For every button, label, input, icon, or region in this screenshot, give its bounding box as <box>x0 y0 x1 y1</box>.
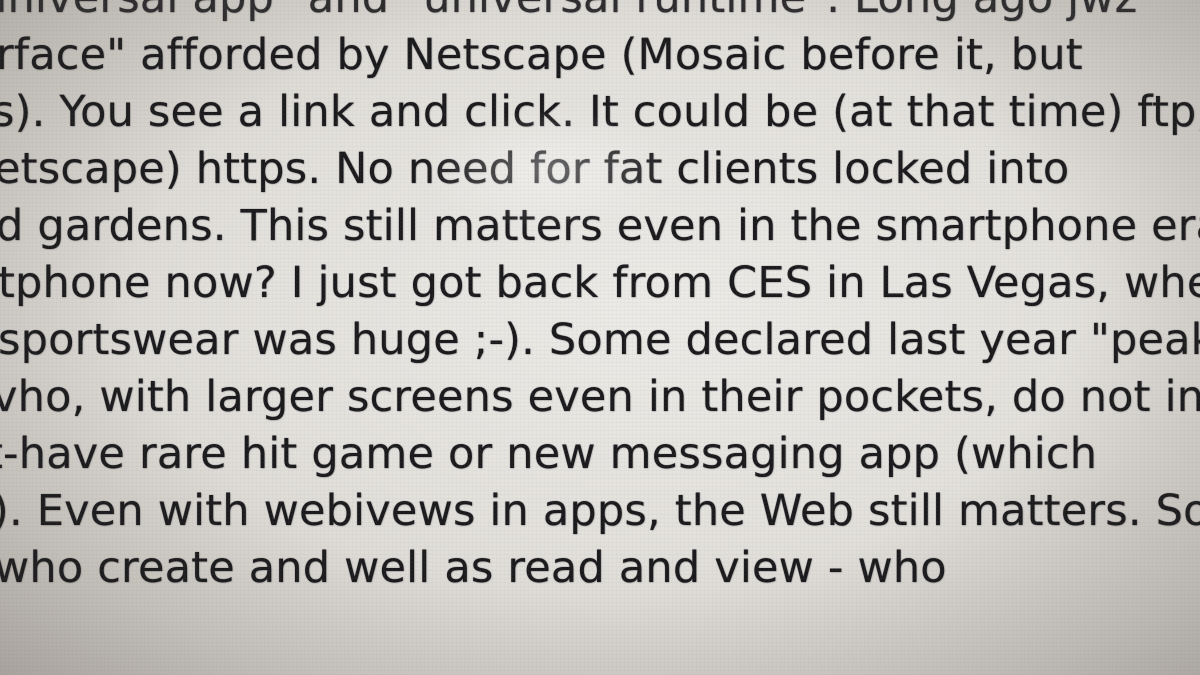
text-line: ). Even with webivews in apps, the Web s… <box>0 486 1200 536</box>
text-line: tphone now? I just got back from CES in … <box>0 258 1200 308</box>
document-text: universal app" and "universal runtime". … <box>0 0 1200 597</box>
text-line: t-have rare hit game or new messaging ap… <box>0 429 1098 479</box>
text-line: sportswear was huge ;-). Some declared l… <box>0 315 1200 365</box>
text-line: rface" afforded by Netscape (Mosaic befo… <box>0 30 1083 80</box>
text-line: s). You see a link and click. It could b… <box>0 87 1200 137</box>
text-line: vho, with larger screens even in their p… <box>0 372 1200 422</box>
text-line: universal app" and "universal runtime". … <box>0 0 1200 27</box>
screen-photo: universal app" and "universal runtime". … <box>0 0 1200 675</box>
text-line: who create and well as read and view - w… <box>0 543 947 593</box>
text-line: etscape) https. No need for fat clients … <box>0 144 1070 194</box>
text-line: d gardens. This still matters even in th… <box>0 201 1200 251</box>
